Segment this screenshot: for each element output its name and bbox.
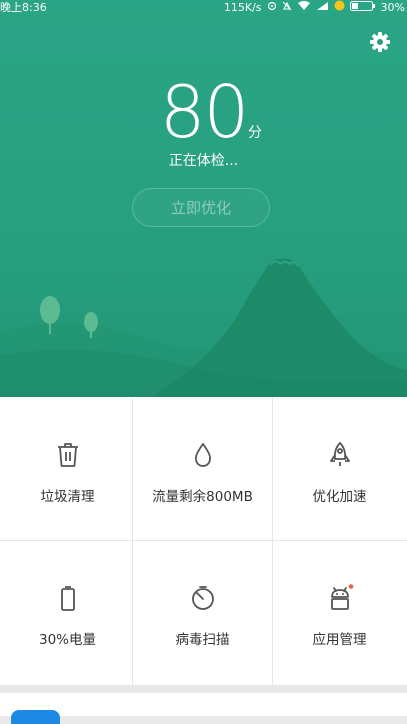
header-panel: 晚上8:36 115K/s 30% 80 分 正在体检... 立即优化 <box>0 0 407 397</box>
status-bar: 晚上8:36 115K/s 30% <box>0 0 407 18</box>
status-time: 晚上8:36 <box>0 1 47 14</box>
bottom-card-text <box>79 710 159 716</box>
status-right: 115K/s 30% <box>224 0 405 15</box>
tool-label: 病毒扫描 <box>175 632 230 648</box>
landscape-illustration <box>0 258 407 397</box>
trash-icon <box>57 443 78 467</box>
battery-percent: 30% <box>380 1 405 14</box>
gear-icon[interactable] <box>368 30 392 54</box>
tool-speed-up[interactable]: 优化加速 <box>272 397 407 540</box>
tool-label: 流量剩余800MB <box>152 489 253 505</box>
optimize-button[interactable]: 立即优化 <box>132 188 270 227</box>
score-display: 80 分 <box>0 76 407 148</box>
score-unit: 分 <box>248 125 262 141</box>
network-speed: 115K/s <box>223 1 262 14</box>
sync-icon <box>267 0 277 15</box>
mute-icon <box>282 0 292 15</box>
rocket-icon <box>329 442 350 466</box>
badge-dot <box>348 584 353 589</box>
android-icon <box>330 584 353 610</box>
scan-icon <box>191 586 214 610</box>
tool-app-manager[interactable]: 应用管理 <box>272 540 407 683</box>
wifi-icon <box>297 0 311 15</box>
signal-icon <box>316 0 329 15</box>
tool-junk-clean[interactable]: 垃圾清理 <box>0 397 135 540</box>
tool-battery[interactable]: 30%电量 <box>0 540 135 683</box>
tool-data-usage[interactable]: 流量剩余800MB <box>135 397 270 540</box>
tool-virus-scan[interactable]: 病毒扫描 <box>135 540 270 683</box>
score-value: 80 <box>159 70 250 154</box>
droplet-icon <box>194 443 211 467</box>
tool-label: 应用管理 <box>312 632 367 648</box>
bottom-card[interactable] <box>0 693 407 724</box>
tool-label: 优化加速 <box>312 489 367 505</box>
battery-status-icon <box>349 0 376 15</box>
checkup-status: 正在体检... <box>168 153 239 169</box>
tool-label: 垃圾清理 <box>40 489 95 505</box>
tool-label: 30%电量 <box>38 632 96 648</box>
app-icon <box>11 710 60 724</box>
notification-icon <box>334 0 345 15</box>
tools-grid: 垃圾清理 流量剩余800MB 优化加速 30%电量 病毒扫描 应用管理 <box>0 397 407 685</box>
battery-icon <box>60 586 75 611</box>
